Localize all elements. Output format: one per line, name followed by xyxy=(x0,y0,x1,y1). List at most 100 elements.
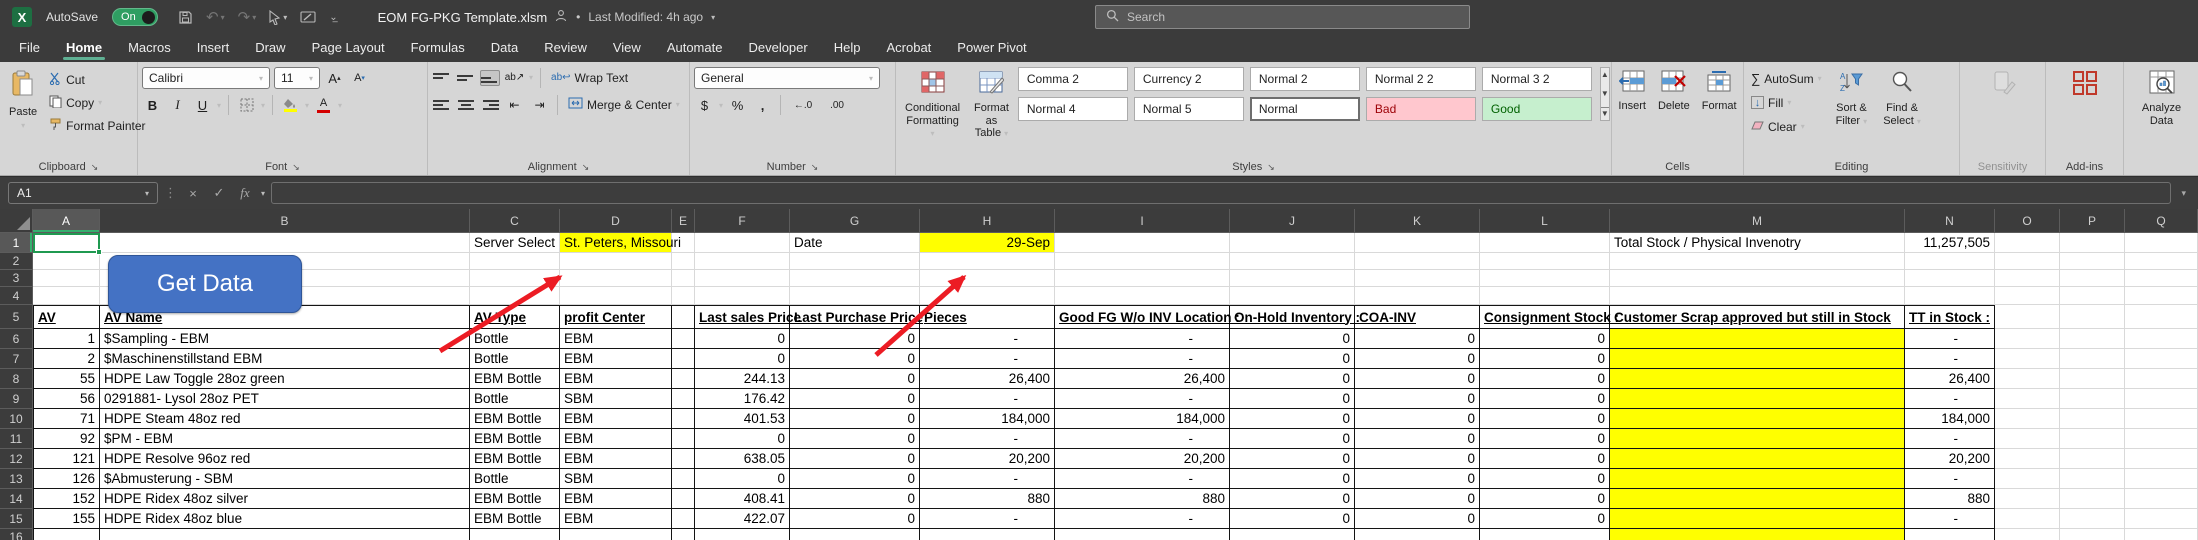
cell-I5[interactable]: Good FG W/o INV Location : xyxy=(1055,305,1230,329)
cell-O16[interactable] xyxy=(1995,529,2060,540)
cell-E10[interactable] xyxy=(672,409,695,429)
tab-developer[interactable]: Developer xyxy=(735,35,820,62)
fill-color-icon[interactable] xyxy=(280,95,301,115)
decrease-decimal-icon[interactable]: .00 xyxy=(822,95,852,115)
cell-O3[interactable] xyxy=(1995,270,2060,287)
cell-Q5[interactable] xyxy=(2125,305,2198,329)
cell-H12[interactable]: 20,200 xyxy=(920,449,1055,469)
cell-F9[interactable]: 176.42 xyxy=(695,389,790,409)
cell-Q3[interactable] xyxy=(2125,270,2198,287)
cell-C10[interactable]: EBM Bottle xyxy=(470,409,560,429)
cell-O1[interactable] xyxy=(1995,233,2060,253)
cell-G11[interactable]: 0 xyxy=(790,429,920,449)
cell-I7[interactable]: - xyxy=(1055,349,1230,369)
font-dialog-launcher[interactable]: ↘ xyxy=(292,162,300,172)
cell-D6[interactable]: EBM xyxy=(560,329,672,349)
cell-A16[interactable] xyxy=(33,529,100,540)
cell-K1[interactable] xyxy=(1355,233,1480,253)
cell-N7[interactable]: - xyxy=(1905,349,1995,369)
cell-N2[interactable] xyxy=(1905,253,1995,270)
cut-button[interactable]: Cut xyxy=(46,69,148,90)
row-header-9[interactable]: 9 xyxy=(0,389,33,409)
align-right-icon[interactable] xyxy=(480,97,500,113)
cell-M11[interactable] xyxy=(1610,429,1905,449)
cell-A11[interactable]: 92 xyxy=(33,429,100,449)
copy-button[interactable]: Copy ▾ xyxy=(46,92,148,113)
cell-D14[interactable]: EBM xyxy=(560,489,672,509)
cell-M2[interactable] xyxy=(1610,253,1905,270)
cell-K13[interactable]: 0 xyxy=(1355,469,1480,489)
cell-L8[interactable]: 0 xyxy=(1480,369,1610,389)
clipboard-dialog-launcher[interactable]: ↘ xyxy=(91,162,99,172)
name-box[interactable]: A1▾ xyxy=(8,182,158,204)
document-title[interactable]: EOM FG-PKG Template.xlsm xyxy=(378,10,548,25)
cell-style-normal-2[interactable]: Normal 2 xyxy=(1250,67,1360,91)
cell-style-currency-2[interactable]: Currency 2 xyxy=(1134,67,1244,91)
column-header-B[interactable]: B xyxy=(100,209,470,233)
cell-O12[interactable] xyxy=(1995,449,2060,469)
cell-style-normal[interactable]: Normal xyxy=(1250,97,1360,121)
cell-M12[interactable] xyxy=(1610,449,1905,469)
cell-C4[interactable] xyxy=(470,287,560,305)
row-header-2[interactable]: 2 xyxy=(0,253,33,270)
cell-Q12[interactable] xyxy=(2125,449,2198,469)
cell-M1[interactable]: Total Stock / Physical Invenotry xyxy=(1610,233,1905,253)
percent-format-icon[interactable]: % xyxy=(727,95,748,115)
cell-L10[interactable]: 0 xyxy=(1480,409,1610,429)
cell-G4[interactable] xyxy=(790,287,920,305)
cell-P6[interactable] xyxy=(2060,329,2125,349)
cell-F10[interactable]: 401.53 xyxy=(695,409,790,429)
cell-G3[interactable] xyxy=(790,270,920,287)
cell-N15[interactable]: - xyxy=(1905,509,1995,529)
cell-A15[interactable]: 155 xyxy=(33,509,100,529)
align-center-icon[interactable] xyxy=(456,97,476,113)
cell-C14[interactable]: EBM Bottle xyxy=(470,489,560,509)
cell-H4[interactable] xyxy=(920,287,1055,305)
cell-C15[interactable]: EBM Bottle xyxy=(470,509,560,529)
cell-G16[interactable] xyxy=(790,529,920,540)
cell-B13[interactable]: $Abmusterung - SBM xyxy=(100,469,470,489)
row-header-10[interactable]: 10 xyxy=(0,409,33,429)
cell-M7[interactable] xyxy=(1610,349,1905,369)
cell-O7[interactable] xyxy=(1995,349,2060,369)
cell-C9[interactable]: Bottle xyxy=(470,389,560,409)
cell-I3[interactable] xyxy=(1055,270,1230,287)
get-data-button[interactable]: Get Data xyxy=(108,255,302,313)
tab-draw[interactable]: Draw xyxy=(242,35,298,62)
sensitivity-button[interactable] xyxy=(1964,67,2041,104)
cell-K7[interactable]: 0 xyxy=(1355,349,1480,369)
cell-P14[interactable] xyxy=(2060,489,2125,509)
cell-H10[interactable]: 184,000 xyxy=(920,409,1055,429)
customize-toolbar-chevron[interactable]: ⌄̲ xyxy=(329,12,337,23)
cell-M15[interactable] xyxy=(1610,509,1905,529)
cell-P9[interactable] xyxy=(2060,389,2125,409)
cell-I8[interactable]: 26,400 xyxy=(1055,369,1230,389)
cell-C7[interactable]: Bottle xyxy=(470,349,560,369)
cell-A9[interactable]: 56 xyxy=(33,389,100,409)
cell-I12[interactable]: 20,200 xyxy=(1055,449,1230,469)
cell-J2[interactable] xyxy=(1230,253,1355,270)
cell-L11[interactable]: 0 xyxy=(1480,429,1610,449)
pen-drawing-icon[interactable] xyxy=(300,10,316,24)
cell-J4[interactable] xyxy=(1230,287,1355,305)
cell-J8[interactable]: 0 xyxy=(1230,369,1355,389)
cell-C1[interactable]: Server Select xyxy=(470,233,560,253)
cell-K6[interactable]: 0 xyxy=(1355,329,1480,349)
cell-style-normal-5[interactable]: Normal 5 xyxy=(1134,97,1244,121)
styles-dialog-launcher[interactable]: ↘ xyxy=(1267,162,1275,172)
cell-I15[interactable]: - xyxy=(1055,509,1230,529)
column-header-J[interactable]: J xyxy=(1230,209,1355,233)
delete-cells-button[interactable]: Delete xyxy=(1653,67,1695,116)
cell-L16[interactable] xyxy=(1480,529,1610,540)
column-header-Q[interactable]: Q xyxy=(2125,209,2198,233)
cell-D4[interactable] xyxy=(560,287,672,305)
cell-B12[interactable]: HDPE Resolve 96oz red xyxy=(100,449,470,469)
cell-Q11[interactable] xyxy=(2125,429,2198,449)
cell-G12[interactable]: 0 xyxy=(790,449,920,469)
search-bar[interactable] xyxy=(1095,5,1470,29)
cell-F1[interactable] xyxy=(695,233,790,253)
cell-E2[interactable] xyxy=(672,253,695,270)
cell-I14[interactable]: 880 xyxy=(1055,489,1230,509)
cell-P1[interactable] xyxy=(2060,233,2125,253)
cell-A7[interactable]: 2 xyxy=(33,349,100,369)
